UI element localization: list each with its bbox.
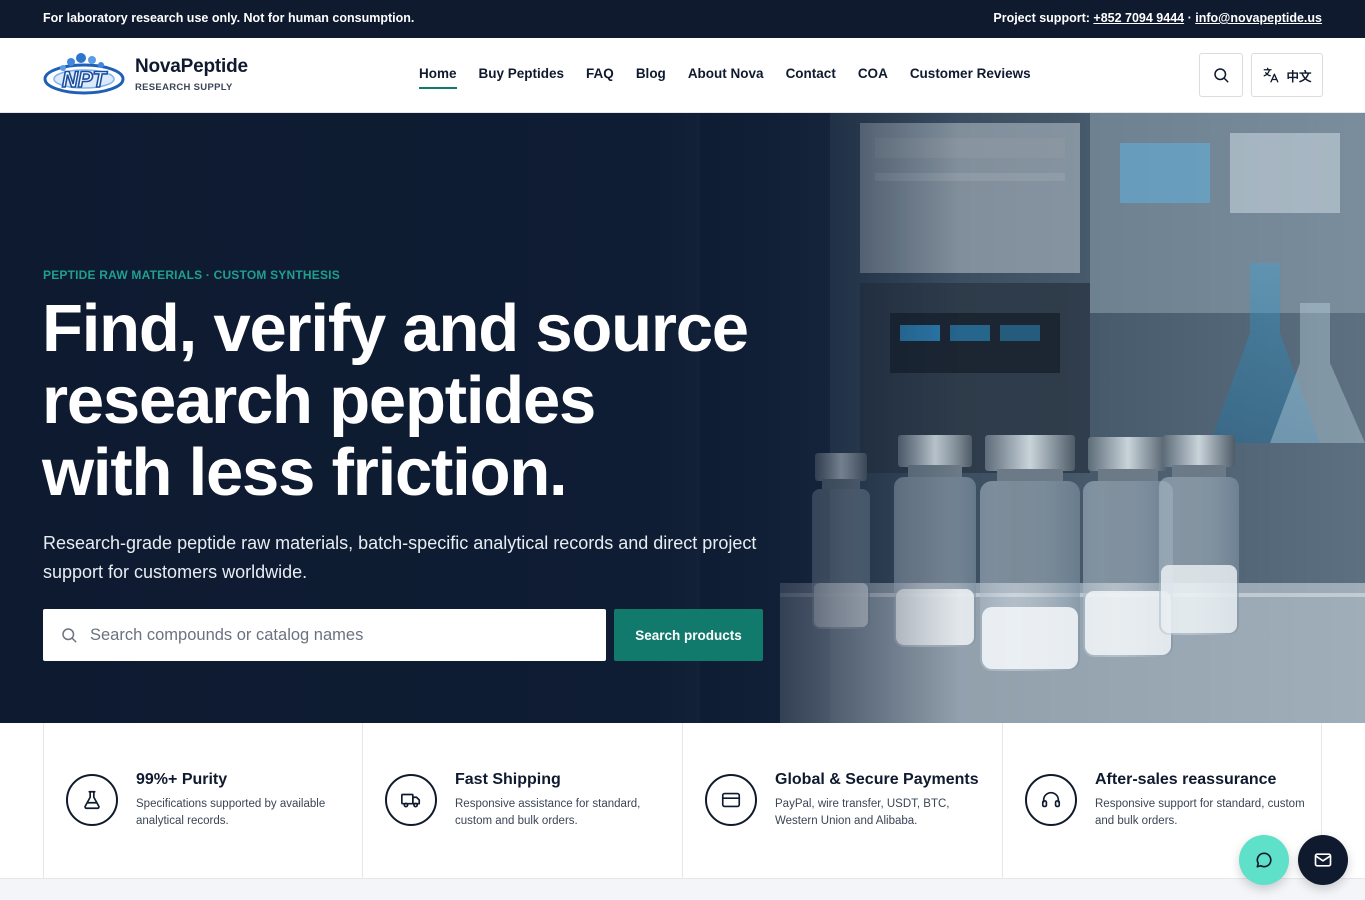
nav-about-nova[interactable]: About Nova [688,66,764,89]
brand-tagline: RESEARCH SUPPLY [135,82,233,93]
hero-headline: Find, verify and source research peptide… [42,293,902,509]
nav-faq[interactable]: FAQ [586,66,614,89]
chat-button[interactable] [1239,835,1289,885]
project-support: Project support: +852 7094 9444 · info@n… [993,11,1322,25]
search-icon [60,626,78,644]
email-button[interactable] [1298,835,1348,885]
truck-icon [385,774,437,826]
headline-line-1: Find, verify and source [42,291,749,366]
site-header: NPT NovaPeptide RESEARCH SUPPLY Home Buy… [0,38,1365,113]
support-label: Project support: [993,11,1094,25]
language-switch-button[interactable]: 中文 [1251,53,1323,97]
chat-icon [1256,852,1272,868]
feature-description: Specifications supported by available an… [136,798,326,827]
translate-icon [1264,67,1279,83]
product-search-box [43,609,606,661]
product-search-input[interactable] [90,625,570,645]
feature-title: 99%+ Purity [136,771,228,788]
support-email-link[interactable]: info@novapeptide.us [1195,11,1322,25]
headline-line-2: research peptides [42,363,596,438]
feature-description: PayPal, wire transfer, USDT, BTC, Wester… [775,798,950,827]
feature-title: Global & Secure Payments [775,771,979,788]
hero-section: PEPTIDE RAW MATERIALS · CUSTOM SYNTHESIS… [0,113,1365,723]
feature-title: Fast Shipping [455,771,561,788]
search-icon [1214,68,1229,83]
headset-icon [1025,774,1077,826]
nav-contact[interactable]: Contact [786,66,836,89]
nav-customer-reviews[interactable]: Customer Reviews [910,66,1031,89]
nav-blog[interactable]: Blog [636,66,666,89]
main-nav: Home Buy Peptides FAQ Blog About Nova Co… [419,66,1053,89]
nav-coa[interactable]: COA [858,66,888,89]
credit-card-icon [705,774,757,826]
brand-logo[interactable]: NPT [43,52,125,98]
support-phone-link[interactable]: +852 7094 9444 [1093,11,1184,25]
support-separator: · [1184,11,1196,25]
hero-subcopy: Research-grade peptide raw materials, ba… [43,533,757,582]
nav-home[interactable]: Home [419,66,457,89]
search-products-button[interactable]: Search products [614,609,763,661]
feature-title: After-sales reassurance [1095,771,1277,788]
section-divider-band [0,878,1365,900]
header-search-button[interactable] [1199,53,1243,97]
nav-buy-peptides[interactable]: Buy Peptides [479,66,565,89]
feature-purity: 99%+ Purity Specifications supported by … [43,723,363,878]
feature-description: Responsive assistance for standard, cust… [455,798,641,827]
hero-eyebrow: PEPTIDE RAW MATERIALS · CUSTOM SYNTHESIS [43,268,340,282]
feature-payments: Global & Secure Payments PayPal, wire tr… [682,723,1002,878]
brand-name[interactable]: NovaPeptide [135,56,248,78]
feature-description: Responsive support for standard, custom … [1095,798,1305,827]
flask-icon [66,774,118,826]
svg-text:NPT: NPT [62,67,108,92]
headline-line-3: with less friction. [42,435,568,510]
mail-icon [1314,853,1332,867]
features-strip: 99%+ Purity Specifications supported by … [0,723,1365,878]
research-use-notice: For laboratory research use only. Not fo… [43,11,415,25]
announcement-bar: For laboratory research use only. Not fo… [0,0,1365,38]
feature-shipping: Fast Shipping Responsive assistance for … [362,723,682,878]
language-label: 中文 [1286,69,1312,84]
